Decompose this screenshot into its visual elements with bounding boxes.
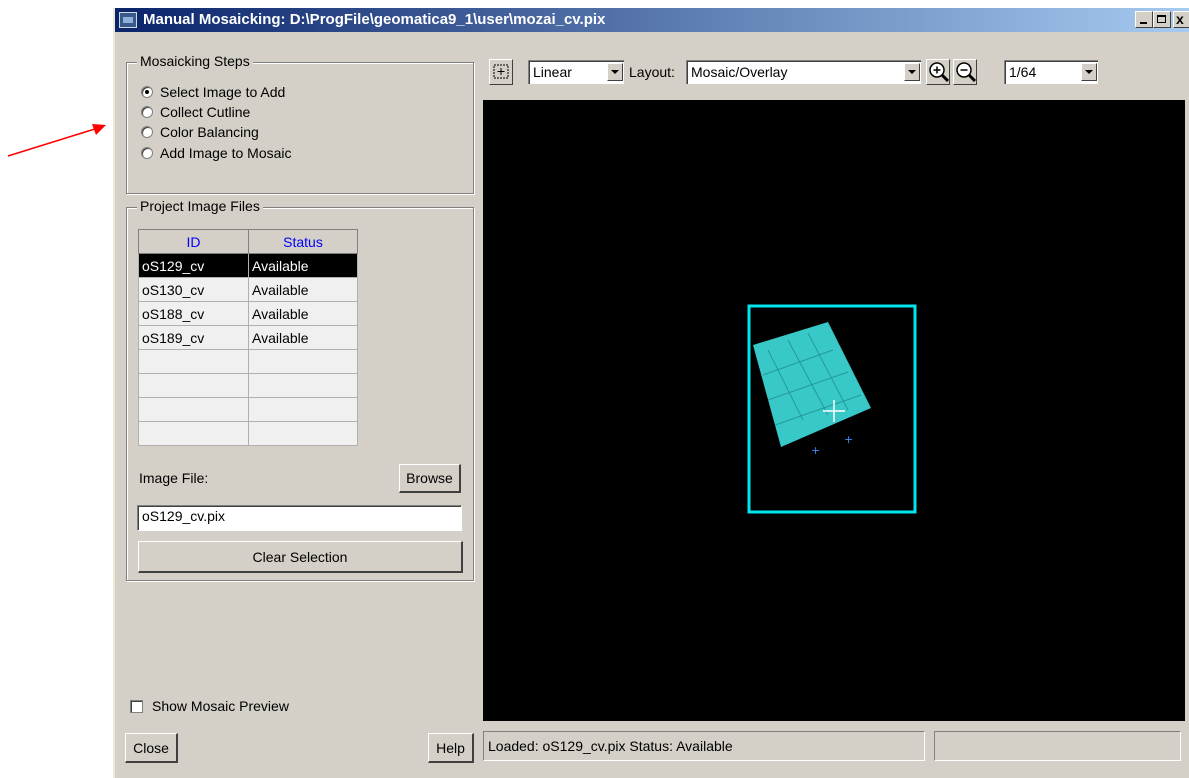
zoom-level-value: 1/64: [1009, 64, 1037, 80]
browse-button[interactable]: Browse: [399, 464, 461, 493]
cell-id[interactable]: [138, 349, 249, 374]
column-header-status[interactable]: Status: [248, 229, 358, 254]
radio-icon[interactable]: [141, 86, 153, 98]
svg-text:+: +: [844, 433, 853, 446]
table-row[interactable]: [138, 421, 358, 446]
zoom-in-icon[interactable]: [926, 59, 950, 85]
show-mosaic-preview-label: Show Mosaic Preview: [152, 698, 289, 714]
table-row[interactable]: [138, 373, 358, 398]
cell-status[interactable]: [248, 373, 358, 398]
radio-add-image[interactable]: Add Image to Mosaic: [141, 143, 292, 163]
cell-status[interactable]: Available: [248, 253, 358, 278]
annotation-arrow-icon: [7, 124, 106, 157]
svg-text:+: +: [811, 444, 820, 457]
cell-id[interactable]: oS189_cv: [138, 325, 249, 350]
image-file-label: Image File:: [139, 470, 209, 486]
chevron-down-icon[interactable]: [1081, 63, 1097, 81]
mosaic-preview-graphic: ++: [747, 304, 917, 514]
chevron-down-icon[interactable]: [904, 63, 920, 81]
maximize-button[interactable]: [1153, 11, 1171, 28]
layout-select[interactable]: Mosaic/Overlay: [686, 60, 921, 84]
chevron-down-icon[interactable]: [607, 63, 623, 81]
table-row[interactable]: oS129_cv Available: [138, 253, 358, 278]
radio-icon[interactable]: [141, 126, 153, 138]
cell-status[interactable]: Available: [248, 325, 358, 350]
radio-collect-cutline[interactable]: Collect Cutline: [141, 102, 250, 122]
radio-icon[interactable]: [141, 147, 153, 159]
layout-value: Mosaic/Overlay: [691, 64, 788, 80]
cell-status[interactable]: [248, 349, 358, 374]
window-title: Manual Mosaicking: D:\ProgFile\geomatica…: [143, 11, 606, 28]
cell-id[interactable]: oS188_cv: [138, 301, 249, 326]
table-row[interactable]: oS188_cv Available: [138, 301, 358, 326]
table-row[interactable]: oS130_cv Available: [138, 277, 358, 302]
image-files-table[interactable]: ID Status oS129_cv Available oS130_cv Avail…: [138, 229, 358, 446]
cell-id[interactable]: [138, 421, 249, 446]
title-bar[interactable]: Manual Mosaicking: D:\ProgFile\geomatica…: [115, 8, 1189, 32]
radio-label: Add Image to Mosaic: [160, 145, 292, 161]
cell-id[interactable]: oS130_cv: [138, 277, 249, 302]
table-row[interactable]: [138, 397, 358, 422]
cell-status[interactable]: Available: [248, 301, 358, 326]
table-row[interactable]: [138, 349, 358, 374]
status-secondary: [934, 731, 1181, 761]
close-window-button[interactable]: x: [1173, 11, 1189, 28]
show-mosaic-preview-checkbox[interactable]: [130, 700, 143, 713]
cell-status[interactable]: [248, 397, 358, 422]
radio-icon[interactable]: [141, 106, 153, 118]
radio-select-image[interactable]: Select Image to Add: [141, 82, 285, 102]
cell-id[interactable]: [138, 397, 249, 422]
app-icon: [119, 12, 137, 28]
table-row[interactable]: oS189_cv Available: [138, 325, 358, 350]
cell-status[interactable]: [248, 421, 358, 446]
zoom-out-icon[interactable]: [953, 59, 977, 85]
radio-label: Select Image to Add: [160, 84, 286, 100]
cell-id[interactable]: oS129_cv: [138, 253, 249, 278]
clear-selection-button[interactable]: Clear Selection: [138, 541, 463, 573]
cell-id[interactable]: [138, 373, 249, 398]
status-message: Loaded: oS129_cv.pix Status: Available: [483, 731, 925, 761]
project-image-files-legend: Project Image Files: [137, 198, 263, 214]
radio-label: Color Balancing: [160, 124, 259, 140]
radio-color-balancing[interactable]: Color Balancing: [141, 122, 259, 142]
column-header-id[interactable]: ID: [138, 229, 249, 254]
zoom-level-select[interactable]: 1/64: [1004, 60, 1098, 84]
stretch-select[interactable]: Linear: [528, 60, 624, 84]
mosaicking-steps-group: Mosaicking Steps Select Image to Add Col…: [126, 53, 474, 194]
cell-status[interactable]: Available: [248, 277, 358, 302]
image-file-field[interactable]: oS129_cv.pix: [137, 505, 462, 531]
help-button[interactable]: Help: [428, 733, 474, 763]
stretch-value: Linear: [533, 64, 572, 80]
minimize-button[interactable]: [1135, 11, 1153, 28]
radio-label: Collect Cutline: [160, 104, 251, 120]
overview-box-icon[interactable]: [489, 59, 513, 85]
mosaicking-steps-legend: Mosaicking Steps: [137, 53, 253, 69]
close-button[interactable]: Close: [125, 733, 178, 763]
layout-label: Layout:: [629, 64, 675, 80]
image-viewer[interactable]: + +: [483, 100, 1185, 721]
